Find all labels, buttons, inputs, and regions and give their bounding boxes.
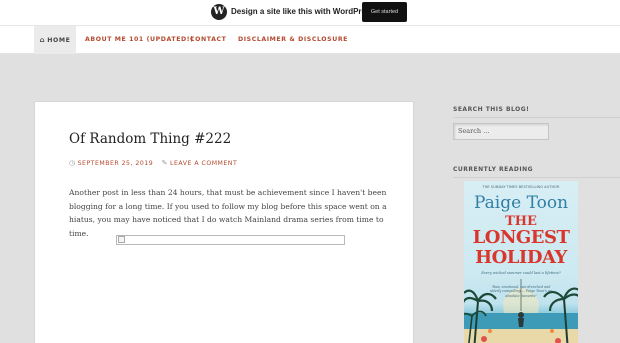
leave-comment-link[interactable]: LEAVE A COMMENT xyxy=(170,160,237,167)
search-input[interactable]: Search … xyxy=(453,123,549,140)
reading-widget-heading: CURRENTLY READING xyxy=(453,166,534,173)
post-body-text: Another post in less than 24 hours, that… xyxy=(69,188,387,238)
broken-image-icon xyxy=(118,236,125,243)
book-tagline: Every wicked summer could last a lifetim… xyxy=(481,271,561,275)
search-heading-divider xyxy=(453,117,620,118)
post-card: Of Random Thing #222 ◷ SEPTEMBER 25, 2019… xyxy=(34,101,414,343)
wordpress-promo-bar: W Design a site like this with WordPress… xyxy=(0,0,620,26)
book-quote: 'Raw, emotional, sun-drenched and utterl… xyxy=(490,285,552,298)
home-icon: ⌂ xyxy=(39,36,46,44)
nav-item-home[interactable]: ⌂ HOME xyxy=(34,26,76,54)
post-meta: ◷ SEPTEMBER 25, 2019 ✎ LEAVE A COMMENT xyxy=(69,159,237,167)
book-cover-image[interactable]: THE SUNDAY TIMES BESTSELLING AUTHOR Paig… xyxy=(464,181,578,343)
nav-item-about[interactable]: ABOUT ME 101 (UPDATED!) xyxy=(85,26,194,54)
clock-icon: ◷ xyxy=(69,159,76,167)
nav-item-contact[interactable]: CONTACT xyxy=(190,26,226,54)
comment-icon: ✎ xyxy=(161,159,169,167)
nav-home-label: HOME xyxy=(47,37,71,44)
get-started-button[interactable]: Get started xyxy=(362,2,407,22)
book-title-line-2: LONGEST xyxy=(472,227,570,248)
post-image-broken xyxy=(116,235,345,245)
search-widget-heading: SEARCH THIS BLOG! xyxy=(453,106,530,113)
post-date-link[interactable]: SEPTEMBER 25, 2019 xyxy=(78,160,154,167)
book-top-line: THE SUNDAY TIMES BESTSELLING AUTHOR xyxy=(482,185,560,189)
wordpress-logo-icon[interactable]: W xyxy=(211,4,227,20)
book-author: Paige Toon xyxy=(473,193,569,213)
post-title[interactable]: Of Random Thing #222 xyxy=(69,131,231,147)
reading-heading-divider xyxy=(453,177,620,178)
book-title-line-3: HOLIDAY xyxy=(475,247,567,268)
nav-item-disclaimer[interactable]: DISCLAIMER & DISCLOSURE xyxy=(238,26,348,54)
main-navigation: ⌂ HOME ABOUT ME 101 (UPDATED!) CONTACT DI… xyxy=(0,26,620,54)
